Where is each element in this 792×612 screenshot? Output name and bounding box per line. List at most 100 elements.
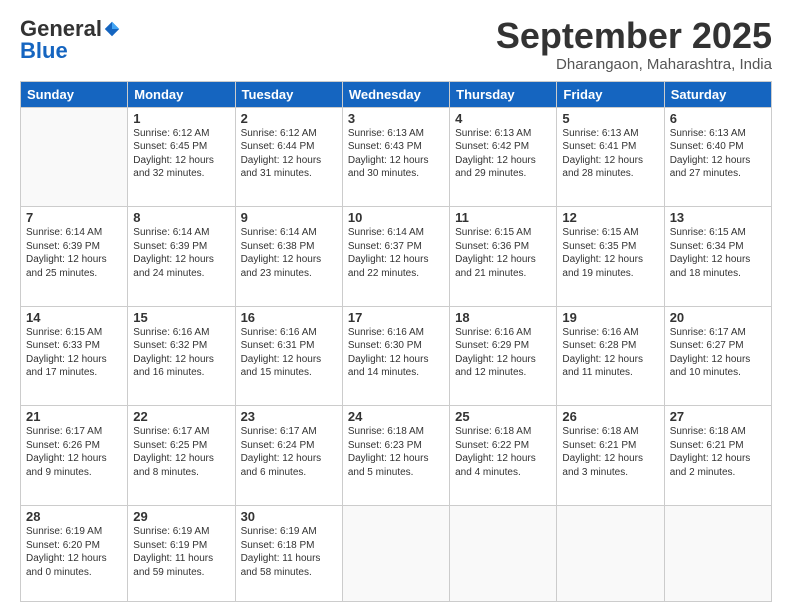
day-info: Sunrise: 6:16 AM Sunset: 6:31 PM Dayligh… [241, 326, 337, 380]
table-row: 18Sunrise: 6:16 AM Sunset: 6:29 PM Dayli… [450, 306, 557, 406]
day-number: 1 [133, 111, 229, 126]
calendar-week-row: 1Sunrise: 6:12 AM Sunset: 6:45 PM Daylig… [21, 107, 772, 207]
day-number: 13 [670, 210, 766, 225]
table-row: 8Sunrise: 6:14 AM Sunset: 6:39 PM Daylig… [128, 207, 235, 307]
day-info: Sunrise: 6:15 AM Sunset: 6:36 PM Dayligh… [455, 226, 551, 280]
table-row: 9Sunrise: 6:14 AM Sunset: 6:38 PM Daylig… [235, 207, 342, 307]
day-info: Sunrise: 6:13 AM Sunset: 6:41 PM Dayligh… [562, 127, 658, 181]
table-row: 11Sunrise: 6:15 AM Sunset: 6:36 PM Dayli… [450, 207, 557, 307]
day-number: 21 [26, 409, 122, 424]
day-number: 26 [562, 409, 658, 424]
day-info: Sunrise: 6:15 AM Sunset: 6:33 PM Dayligh… [26, 326, 122, 380]
day-number: 14 [26, 310, 122, 325]
table-row: 13Sunrise: 6:15 AM Sunset: 6:34 PM Dayli… [664, 207, 771, 307]
logo: General Blue [20, 16, 123, 64]
table-row: 6Sunrise: 6:13 AM Sunset: 6:40 PM Daylig… [664, 107, 771, 207]
table-row [342, 506, 449, 602]
table-row [557, 506, 664, 602]
table-row: 19Sunrise: 6:16 AM Sunset: 6:28 PM Dayli… [557, 306, 664, 406]
day-number: 29 [133, 509, 229, 524]
table-row: 15Sunrise: 6:16 AM Sunset: 6:32 PM Dayli… [128, 306, 235, 406]
day-number: 23 [241, 409, 337, 424]
col-saturday: Saturday [664, 81, 771, 107]
day-number: 10 [348, 210, 444, 225]
day-info: Sunrise: 6:15 AM Sunset: 6:34 PM Dayligh… [670, 226, 766, 280]
col-wednesday: Wednesday [342, 81, 449, 107]
day-number: 28 [26, 509, 122, 524]
day-info: Sunrise: 6:12 AM Sunset: 6:45 PM Dayligh… [133, 127, 229, 181]
table-row [21, 107, 128, 207]
table-row: 1Sunrise: 6:12 AM Sunset: 6:45 PM Daylig… [128, 107, 235, 207]
table-row: 10Sunrise: 6:14 AM Sunset: 6:37 PM Dayli… [342, 207, 449, 307]
table-row: 21Sunrise: 6:17 AM Sunset: 6:26 PM Dayli… [21, 406, 128, 506]
day-number: 2 [241, 111, 337, 126]
day-info: Sunrise: 6:12 AM Sunset: 6:44 PM Dayligh… [241, 127, 337, 181]
day-info: Sunrise: 6:14 AM Sunset: 6:39 PM Dayligh… [26, 226, 122, 280]
table-row: 7Sunrise: 6:14 AM Sunset: 6:39 PM Daylig… [21, 207, 128, 307]
day-info: Sunrise: 6:13 AM Sunset: 6:40 PM Dayligh… [670, 127, 766, 181]
day-number: 20 [670, 310, 766, 325]
day-info: Sunrise: 6:13 AM Sunset: 6:43 PM Dayligh… [348, 127, 444, 181]
day-info: Sunrise: 6:14 AM Sunset: 6:38 PM Dayligh… [241, 226, 337, 280]
table-row: 4Sunrise: 6:13 AM Sunset: 6:42 PM Daylig… [450, 107, 557, 207]
day-info: Sunrise: 6:19 AM Sunset: 6:19 PM Dayligh… [133, 525, 229, 579]
day-number: 17 [348, 310, 444, 325]
day-number: 7 [26, 210, 122, 225]
day-number: 30 [241, 509, 337, 524]
table-row: 3Sunrise: 6:13 AM Sunset: 6:43 PM Daylig… [342, 107, 449, 207]
day-info: Sunrise: 6:14 AM Sunset: 6:37 PM Dayligh… [348, 226, 444, 280]
day-number: 6 [670, 111, 766, 126]
col-tuesday: Tuesday [235, 81, 342, 107]
col-sunday: Sunday [21, 81, 128, 107]
col-friday: Friday [557, 81, 664, 107]
day-info: Sunrise: 6:16 AM Sunset: 6:29 PM Dayligh… [455, 326, 551, 380]
calendar-week-row: 7Sunrise: 6:14 AM Sunset: 6:39 PM Daylig… [21, 207, 772, 307]
table-row: 30Sunrise: 6:19 AM Sunset: 6:18 PM Dayli… [235, 506, 342, 602]
table-row: 22Sunrise: 6:17 AM Sunset: 6:25 PM Dayli… [128, 406, 235, 506]
title-block: September 2025 Dharangaon, Maharashtra, … [496, 16, 772, 73]
table-row: 23Sunrise: 6:17 AM Sunset: 6:24 PM Dayli… [235, 406, 342, 506]
logo-icon [103, 20, 121, 38]
day-number: 12 [562, 210, 658, 225]
logo-blue: Blue [20, 38, 68, 63]
table-row: 25Sunrise: 6:18 AM Sunset: 6:22 PM Dayli… [450, 406, 557, 506]
table-row: 16Sunrise: 6:16 AM Sunset: 6:31 PM Dayli… [235, 306, 342, 406]
day-info: Sunrise: 6:15 AM Sunset: 6:35 PM Dayligh… [562, 226, 658, 280]
day-number: 25 [455, 409, 551, 424]
day-number: 18 [455, 310, 551, 325]
day-number: 3 [348, 111, 444, 126]
day-info: Sunrise: 6:18 AM Sunset: 6:22 PM Dayligh… [455, 425, 551, 479]
table-row: 28Sunrise: 6:19 AM Sunset: 6:20 PM Dayli… [21, 506, 128, 602]
day-info: Sunrise: 6:14 AM Sunset: 6:39 PM Dayligh… [133, 226, 229, 280]
calendar-week-row: 21Sunrise: 6:17 AM Sunset: 6:26 PM Dayli… [21, 406, 772, 506]
table-row: 20Sunrise: 6:17 AM Sunset: 6:27 PM Dayli… [664, 306, 771, 406]
day-number: 15 [133, 310, 229, 325]
day-info: Sunrise: 6:17 AM Sunset: 6:26 PM Dayligh… [26, 425, 122, 479]
day-info: Sunrise: 6:19 AM Sunset: 6:18 PM Dayligh… [241, 525, 337, 579]
calendar-header-row: Sunday Monday Tuesday Wednesday Thursday… [21, 81, 772, 107]
col-thursday: Thursday [450, 81, 557, 107]
day-info: Sunrise: 6:18 AM Sunset: 6:23 PM Dayligh… [348, 425, 444, 479]
day-info: Sunrise: 6:13 AM Sunset: 6:42 PM Dayligh… [455, 127, 551, 181]
col-monday: Monday [128, 81, 235, 107]
day-info: Sunrise: 6:16 AM Sunset: 6:28 PM Dayligh… [562, 326, 658, 380]
table-row: 17Sunrise: 6:16 AM Sunset: 6:30 PM Dayli… [342, 306, 449, 406]
table-row: 26Sunrise: 6:18 AM Sunset: 6:21 PM Dayli… [557, 406, 664, 506]
day-number: 22 [133, 409, 229, 424]
day-info: Sunrise: 6:19 AM Sunset: 6:20 PM Dayligh… [26, 525, 122, 579]
day-number: 19 [562, 310, 658, 325]
day-info: Sunrise: 6:17 AM Sunset: 6:25 PM Dayligh… [133, 425, 229, 479]
day-number: 24 [348, 409, 444, 424]
day-info: Sunrise: 6:18 AM Sunset: 6:21 PM Dayligh… [562, 425, 658, 479]
day-number: 11 [455, 210, 551, 225]
day-info: Sunrise: 6:18 AM Sunset: 6:21 PM Dayligh… [670, 425, 766, 479]
calendar-week-row: 14Sunrise: 6:15 AM Sunset: 6:33 PM Dayli… [21, 306, 772, 406]
table-row: 14Sunrise: 6:15 AM Sunset: 6:33 PM Dayli… [21, 306, 128, 406]
day-number: 16 [241, 310, 337, 325]
table-row: 2Sunrise: 6:12 AM Sunset: 6:44 PM Daylig… [235, 107, 342, 207]
page: General Blue September 2025 Dharangaon, … [0, 0, 792, 612]
day-number: 4 [455, 111, 551, 126]
day-number: 5 [562, 111, 658, 126]
table-row: 5Sunrise: 6:13 AM Sunset: 6:41 PM Daylig… [557, 107, 664, 207]
table-row: 12Sunrise: 6:15 AM Sunset: 6:35 PM Dayli… [557, 207, 664, 307]
